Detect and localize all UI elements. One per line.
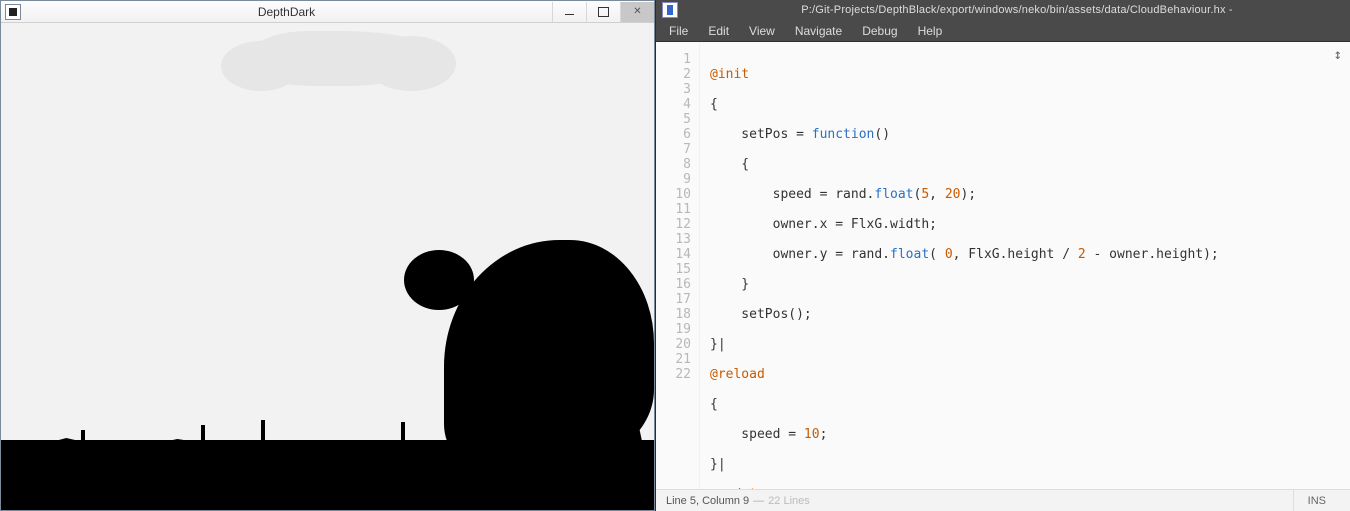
- line-number: 8: [656, 157, 691, 172]
- line-number: 3: [656, 82, 691, 97]
- line-number: 5: [656, 112, 691, 127]
- code-token: }: [710, 277, 749, 292]
- line-number: 11: [656, 202, 691, 217]
- code-token: @update: [710, 487, 765, 489]
- editor-body[interactable]: ↕ 1 2 3 4 5 6 7 8 9 10 11 12 13 14 15 16…: [656, 42, 1350, 489]
- code-token: speed =: [710, 427, 804, 442]
- code-token: {: [710, 97, 718, 112]
- code-area[interactable]: @init { setPos = function() { speed = ra…: [700, 42, 1219, 489]
- status-cursor-position: Line 5, Column 9: [666, 495, 749, 507]
- maximize-button[interactable]: [586, 2, 620, 22]
- line-number: 12: [656, 217, 691, 232]
- game-title: DepthDark: [21, 5, 552, 19]
- line-number: 2: [656, 67, 691, 82]
- line-number: 17: [656, 292, 691, 307]
- line-number: 22: [656, 367, 691, 382]
- code-token: - owner.height);: [1086, 247, 1219, 262]
- code-token: owner.x = FlxG.width;: [710, 217, 937, 232]
- game-window: DepthDark: [0, 0, 655, 511]
- line-number: 13: [656, 232, 691, 247]
- line-number: 15: [656, 262, 691, 277]
- menu-edit[interactable]: Edit: [699, 22, 738, 40]
- status-separator: —: [753, 495, 764, 507]
- code-token: @reload: [710, 367, 765, 382]
- code-token: 5: [921, 187, 929, 202]
- status-insert-mode[interactable]: INS: [1293, 490, 1340, 511]
- editor-window: P:/Git-Projects/DepthBlack/export/window…: [655, 0, 1350, 511]
- line-gutter: 1 2 3 4 5 6 7 8 9 10 11 12 13 14 15 16 1…: [656, 42, 700, 489]
- code-token: owner.y = rand.: [710, 247, 890, 262]
- editor-titlebar[interactable]: P:/Git-Projects/DepthBlack/export/window…: [656, 0, 1350, 20]
- tree-silhouette-bump: [404, 250, 474, 310]
- code-token: (): [874, 127, 890, 142]
- line-number: 4: [656, 97, 691, 112]
- code-token: 0: [945, 247, 953, 262]
- code-token: 20: [945, 187, 961, 202]
- editor-statusbar: Line 5, Column 9 — 22 Lines INS: [656, 489, 1350, 511]
- code-token: @init: [710, 67, 749, 82]
- code-token: setPos();: [710, 307, 812, 322]
- code-token: }|: [710, 337, 726, 352]
- line-number: 7: [656, 142, 691, 157]
- menu-navigate[interactable]: Navigate: [786, 22, 851, 40]
- menu-view[interactable]: View: [740, 22, 784, 40]
- cloud-sprite: [246, 31, 436, 86]
- code-token: float: [874, 187, 913, 202]
- line-number: 6: [656, 127, 691, 142]
- code-token: );: [960, 187, 976, 202]
- line-number: 21: [656, 352, 691, 367]
- line-number: 14: [656, 247, 691, 262]
- minimize-button[interactable]: [552, 2, 586, 22]
- code-token: function: [812, 127, 875, 142]
- line-number: 10: [656, 187, 691, 202]
- close-button[interactable]: [620, 2, 654, 22]
- editor-menubar: File Edit View Navigate Debug Help: [656, 20, 1350, 42]
- editor-app-icon: [662, 2, 678, 18]
- menu-file[interactable]: File: [660, 22, 697, 40]
- menu-debug[interactable]: Debug: [853, 22, 906, 40]
- code-token: float: [890, 247, 929, 262]
- code-token: ;: [820, 427, 828, 442]
- code-token: {: [710, 157, 749, 172]
- line-number: 20: [656, 337, 691, 352]
- code-token: {: [710, 397, 718, 412]
- code-token: setPos =: [710, 127, 812, 142]
- resize-handle-icon[interactable]: ↕: [1334, 48, 1342, 63]
- code-token: speed = rand.: [710, 187, 874, 202]
- window-controls: [552, 2, 654, 22]
- code-token: (: [929, 247, 945, 262]
- ground-silhouette: [1, 440, 654, 510]
- line-number: 1: [656, 52, 691, 67]
- editor-file-path: P:/Git-Projects/DepthBlack/export/window…: [684, 4, 1350, 16]
- code-token: , FlxG.height /: [953, 247, 1078, 262]
- game-app-icon: [5, 4, 21, 20]
- code-token: 10: [804, 427, 820, 442]
- line-number: 19: [656, 322, 691, 337]
- code-token: ,: [929, 187, 945, 202]
- game-canvas[interactable]: [1, 23, 654, 510]
- game-titlebar[interactable]: DepthDark: [1, 1, 654, 23]
- status-line-count: 22 Lines: [768, 495, 810, 507]
- code-token: 2: [1078, 247, 1086, 262]
- line-number: 9: [656, 172, 691, 187]
- menu-help[interactable]: Help: [909, 22, 952, 40]
- code-token: }|: [710, 457, 726, 472]
- line-number: 18: [656, 307, 691, 322]
- line-number: 16: [656, 277, 691, 292]
